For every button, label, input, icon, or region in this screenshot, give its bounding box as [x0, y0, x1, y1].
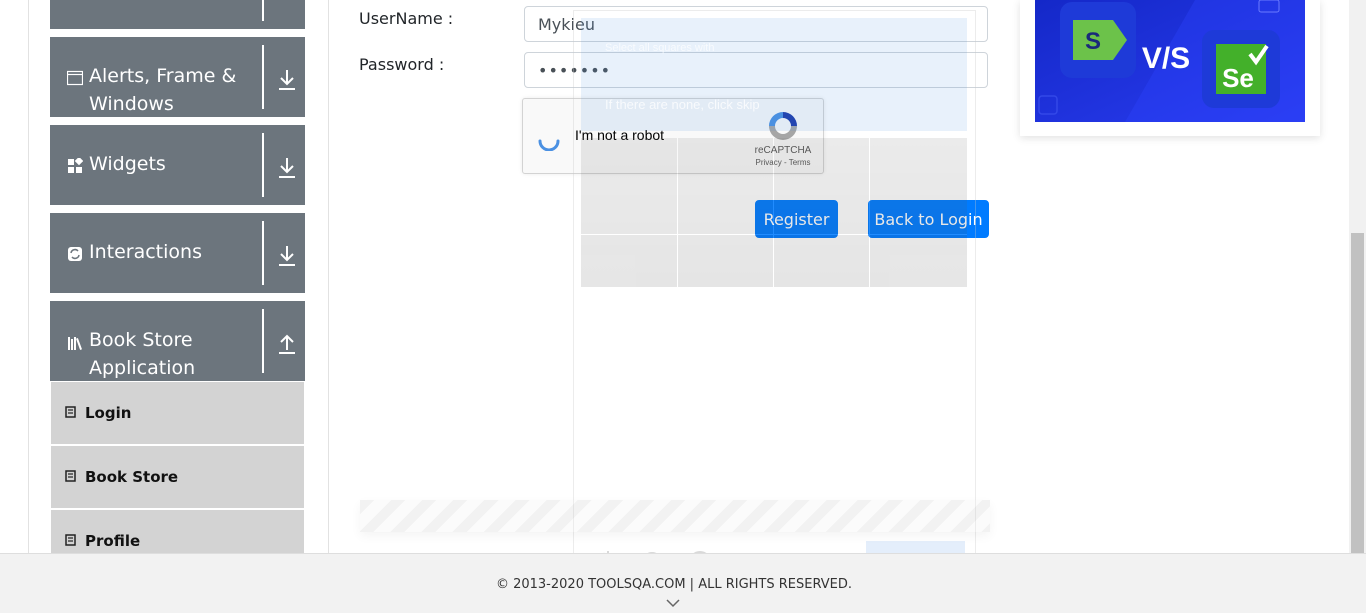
download-arrow-icon[interactable]: [276, 155, 298, 181]
download-arrow-icon[interactable]: [276, 243, 298, 269]
sidebar-group-label: Interactions: [89, 241, 202, 263]
sidebar-group-label: Widgets: [89, 153, 166, 175]
group-divider: [262, 309, 264, 373]
challenge-image-grid[interactable]: [581, 138, 967, 287]
book-icon: [65, 470, 76, 482]
sidebar-group-interactions[interactable]: Interactions: [50, 213, 305, 293]
books-icon: [68, 337, 82, 350]
sidebar-group-label: Book Store: [89, 329, 193, 351]
scrollbar-thumb[interactable]: [1351, 233, 1364, 568]
footer-copyright: © 2013-2020 TOOLSQA.COM | ALL RIGHTS RES…: [495, 577, 853, 592]
group-divider: [262, 45, 264, 109]
sidebar-item-login[interactable]: Login: [51, 382, 304, 446]
group-divider: [262, 221, 264, 285]
challenge-header: [581, 18, 967, 131]
sidebar-item-label: Profile: [85, 532, 141, 550]
group-divider: [262, 0, 264, 21]
interactions-icon: [68, 247, 82, 261]
sidebar-group-label: Alerts, Frame &: [89, 65, 237, 87]
sidebar-item-label: Book Store: [85, 468, 179, 486]
username-label: UserName :: [359, 9, 454, 28]
svg-text:Se: Se: [1222, 63, 1254, 93]
sidebar-item-label: Login: [85, 404, 132, 422]
svg-text:S: S: [1085, 28, 1101, 55]
svg-text:V/S: V/S: [1142, 42, 1190, 75]
download-arrow-icon[interactable]: [276, 67, 298, 93]
challenge-instruction: Select all squares with: [605, 42, 715, 54]
sidebar-group-widgets[interactable]: Widgets: [50, 125, 305, 205]
sidebar-group-label-line2: Windows: [89, 93, 174, 115]
sidebar-group-previous[interactable]: [50, 0, 305, 29]
sidebar-left-border: [28, 0, 29, 553]
upload-arrow-icon[interactable]: [276, 331, 298, 357]
group-divider: [262, 133, 264, 197]
widgets-icon: [68, 158, 83, 173]
sidebar-group-alerts[interactable]: Alerts, Frame & Windows: [50, 37, 305, 117]
ad-banner-image[interactable]: S V/S Se: [1035, 0, 1305, 122]
sidebar-group-book-store-application[interactable]: Book Store Application: [50, 301, 305, 381]
challenge-skip-hint: If there are none, click skip: [605, 97, 760, 112]
loading-spinner-icon[interactable]: [537, 127, 561, 151]
sidebar-item-profile[interactable]: Profile: [51, 510, 304, 553]
password-label: Password :: [359, 55, 445, 74]
content-divider: [328, 0, 329, 553]
window-icon: [67, 70, 83, 86]
sidebar-item-book-store[interactable]: Book Store: [51, 446, 304, 510]
chevron-down-icon[interactable]: [666, 598, 680, 608]
sidebar-group-label-line2: Application: [89, 357, 196, 379]
challenge-pattern-band: [360, 500, 990, 532]
book-icon: [65, 534, 76, 546]
book-icon: [65, 406, 76, 418]
